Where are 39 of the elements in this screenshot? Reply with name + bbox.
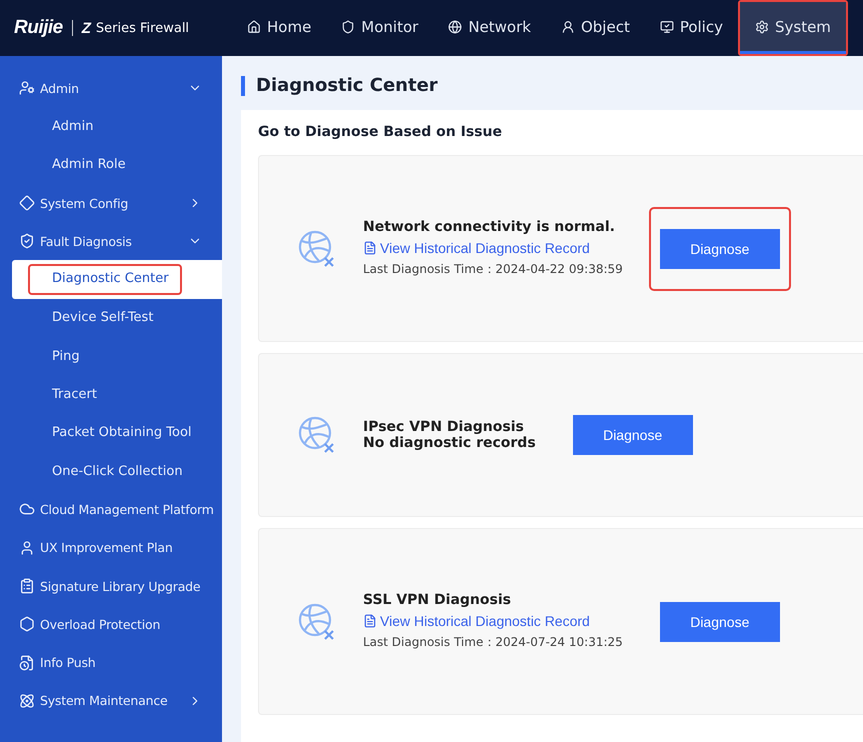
sidebar-item[interactable]: Info Push bbox=[0, 643, 222, 682]
page-title: Diagnostic Center bbox=[241, 76, 863, 96]
diagnose-button[interactable]: Diagnose bbox=[660, 602, 780, 642]
nav-tab[interactable]: Home bbox=[232, 0, 326, 56]
sidebar-item[interactable]: Admin bbox=[0, 69, 222, 108]
sidebar-item[interactable]: System Config bbox=[0, 184, 222, 222]
sidebar-item[interactable]: Fault Diagnosis bbox=[0, 222, 222, 260]
history-link[interactable]: View Historical Diagnostic Record bbox=[363, 240, 623, 256]
card-title: IPsec VPN Diagnosis bbox=[363, 419, 525, 435]
history-link[interactable]: View Historical Diagnostic Record bbox=[363, 613, 623, 629]
section-title: Go to Diagnose Based on Issue bbox=[258, 124, 503, 140]
sidebar-subitem[interactable]: Ping bbox=[52, 348, 80, 364]
last-diagnosis-time: Last Diagnosis Time：2024-07-24 10:31:25 bbox=[363, 634, 623, 651]
product-name: Series Firewall bbox=[96, 20, 190, 36]
nav-tab[interactable]: Network bbox=[433, 0, 546, 56]
nav-tab[interactable]: System bbox=[740, 2, 846, 54]
product-mark: Z bbox=[82, 20, 91, 36]
sidebar-subitem[interactable]: One-Click Collection bbox=[52, 464, 183, 479]
nav-tab[interactable]: Object bbox=[546, 0, 645, 56]
nav-tab[interactable]: Monitor bbox=[326, 0, 434, 56]
sidebar-item[interactable]: Overload Protection bbox=[0, 605, 222, 644]
sidebar-item[interactable]: UX Improvement Plan bbox=[0, 528, 222, 567]
sidebar-item[interactable]: Cloud Management Platform bbox=[0, 490, 222, 529]
sidebar-subitem[interactable]: Packet Obtaining Tool bbox=[52, 425, 192, 440]
card-status: No diagnostic records bbox=[363, 435, 536, 451]
sidebar-subitem[interactable]: Admin bbox=[52, 118, 94, 134]
sidebar-subitem[interactable]: Admin Role bbox=[52, 157, 126, 172]
card-title: Network connectivity is normal. bbox=[363, 219, 616, 235]
sidebar-subitem[interactable]: Device Self-Test bbox=[52, 310, 154, 326]
sidebar-subitem[interactable]: Tracert bbox=[52, 387, 97, 402]
card-title: SSL VPN Diagnosis bbox=[363, 592, 512, 608]
sidebar-item[interactable]: Signature Library Upgrade bbox=[0, 566, 222, 606]
diagnose-button[interactable]: Diagnose bbox=[660, 228, 780, 268]
diagnose-button[interactable]: Diagnose bbox=[572, 415, 693, 455]
last-diagnosis-time: Last Diagnosis Time：2024-04-22 09:38:59 bbox=[363, 261, 623, 278]
sidebar-item[interactable]: System Maintenance bbox=[0, 682, 222, 720]
brand-logo: Ruijie bbox=[14, 17, 63, 39]
sidebar-subitem[interactable]: Diagnostic Center bbox=[28, 264, 182, 296]
nav-tab[interactable]: Policy bbox=[644, 0, 738, 56]
